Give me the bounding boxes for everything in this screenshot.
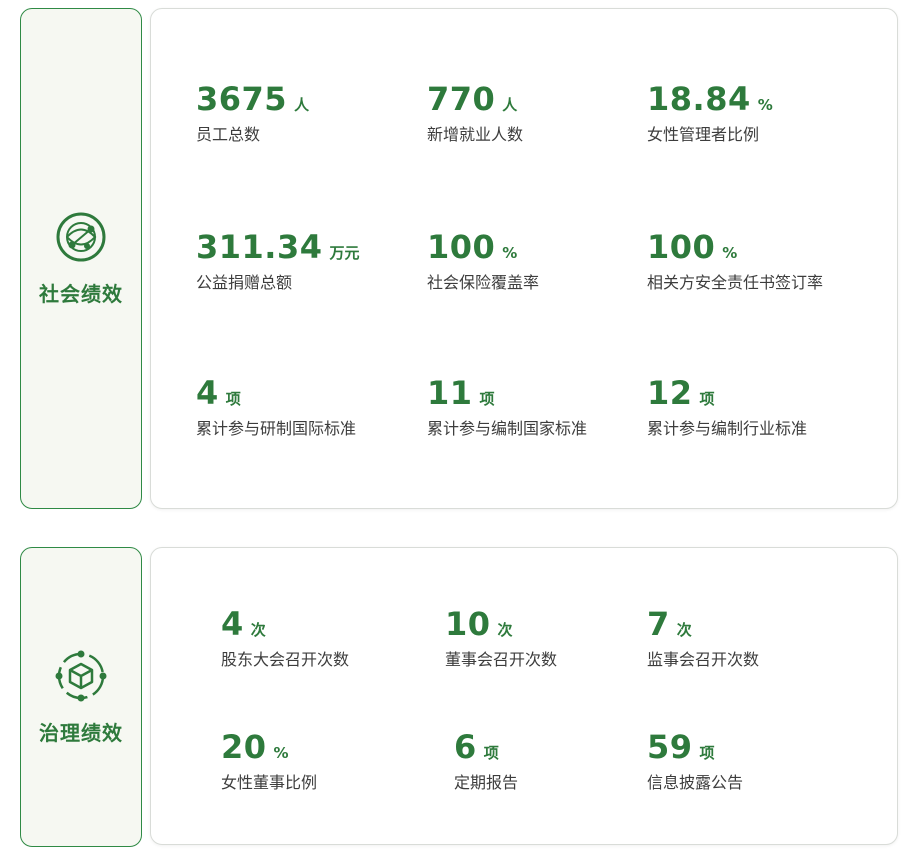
stat-label: 信息披露公告: [647, 773, 744, 792]
stat-label: 新增就业人数: [427, 125, 524, 144]
section-title: 治理绩效: [39, 720, 123, 745]
stat-value: 18.84: [647, 80, 751, 118]
stat-item: 12 项 累计参与编制行业标准: [647, 375, 807, 439]
stat-label: 女性管理者比例: [647, 125, 760, 144]
stat-value: 4: [196, 374, 219, 412]
stat-item: 311.34 万元 公益捐赠总额: [196, 229, 360, 293]
stat-item: 100% 相关方安全责任书签订率: [647, 229, 823, 293]
stat-unit: 万元: [329, 244, 360, 262]
globe-network-icon: [56, 212, 106, 262]
stat-value: 311.34: [196, 228, 323, 266]
stat-value: 12: [647, 374, 693, 412]
stat-item: 4项 累计参与研制国际标准: [196, 375, 356, 439]
stat-unit: 次: [497, 621, 513, 639]
governance-stats-panel: 4次 股东大会召开次数 10 次 董事会召开次数 7次 监事会召开次数 20% 女…: [150, 547, 898, 845]
stat-label: 社会保险覆盖率: [427, 273, 540, 292]
stat-item: 59 项 信息披露公告: [647, 729, 743, 793]
social-performance-section: 社会绩效 3675 人 员工总数 770 人 新增就业人数 18.84% 女性管理者…: [0, 0, 907, 515]
stat-unit: 人: [502, 96, 518, 114]
stat-value: 770: [427, 80, 496, 118]
stat-item: 770 人 新增就业人数: [427, 81, 523, 145]
stat-value: 6: [454, 728, 477, 766]
cube-network-icon: [55, 650, 107, 701]
stat-label: 员工总数: [196, 125, 261, 144]
stat-unit: 次: [676, 621, 692, 639]
stat-label: 相关方安全责任书签订率: [647, 273, 824, 292]
stat-value: 10: [445, 605, 491, 643]
governance-performance-sidebar: 治理绩效: [20, 547, 142, 847]
stat-item: 10 次 董事会召开次数: [445, 606, 557, 670]
stat-unit: 项: [699, 390, 715, 408]
stat-unit: 项: [479, 390, 495, 408]
stat-value: 100: [427, 228, 496, 266]
stat-item: 4次 股东大会召开次数: [221, 606, 349, 670]
stat-unit: 项: [699, 744, 715, 762]
stat-label: 公益捐赠总额: [196, 273, 293, 292]
stat-value: 3675: [196, 80, 288, 118]
stat-value: 7: [647, 605, 670, 643]
stat-value: 20: [221, 728, 267, 766]
stat-item: 6项 定期报告: [454, 729, 518, 793]
stat-label: 女性董事比例: [221, 773, 318, 792]
stat-unit: 项: [225, 390, 241, 408]
stat-item: 18.84% 女性管理者比例: [647, 81, 773, 145]
stat-label: 累计参与研制国际标准: [196, 419, 357, 438]
stat-value: 59: [647, 728, 693, 766]
stat-item: 11 项 累计参与编制国家标准: [427, 375, 587, 439]
stat-label: 监事会召开次数: [647, 650, 760, 669]
stat-unit: %: [502, 244, 518, 262]
stat-label: 股东大会召开次数: [221, 650, 350, 669]
social-performance-sidebar: 社会绩效: [20, 8, 142, 509]
stat-label: 累计参与编制行业标准: [647, 419, 808, 438]
stat-value: 11: [427, 374, 473, 412]
stat-value: 100: [647, 228, 716, 266]
stat-unit: %: [757, 96, 773, 114]
stat-item: 100% 社会保险覆盖率: [427, 229, 539, 293]
section-title: 社会绩效: [39, 282, 123, 306]
stat-label: 累计参与编制国家标准: [427, 419, 588, 438]
stat-unit: 项: [483, 744, 499, 762]
stat-label: 董事会召开次数: [445, 650, 558, 669]
stat-item: 20% 女性董事比例: [221, 729, 317, 793]
stat-item: 3675 人 员工总数: [196, 81, 309, 145]
stat-label: 定期报告: [454, 773, 519, 792]
stat-unit: %: [273, 744, 289, 762]
stat-unit: 次: [250, 621, 266, 639]
stat-item: 7次 监事会召开次数: [647, 606, 759, 670]
stat-value: 4: [221, 605, 244, 643]
social-stats-panel: 3675 人 员工总数 770 人 新增就业人数 18.84% 女性管理者比例 31…: [150, 8, 898, 509]
governance-performance-section: 治理绩效 4次 股东大会召开次数 10 次 董事会召开次数 7次 监事会召开次数 …: [0, 543, 907, 848]
stat-unit: %: [722, 244, 738, 262]
stat-unit: 人: [294, 96, 310, 114]
